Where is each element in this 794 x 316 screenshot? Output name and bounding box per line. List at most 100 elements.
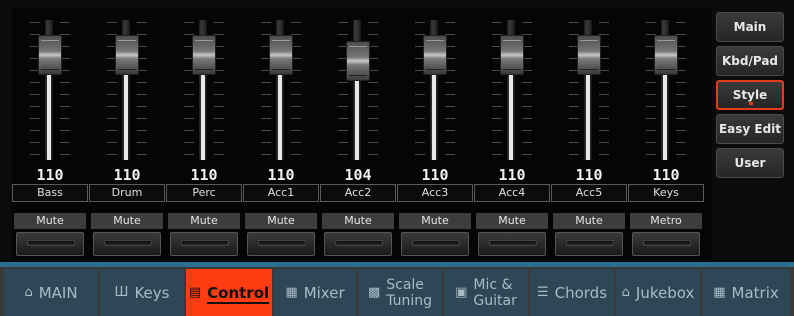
fader-scale-tick [368, 130, 378, 131]
fader-scale-tick [338, 154, 348, 155]
fader-handle[interactable] [269, 35, 293, 75]
side-button-main[interactable]: Main [716, 12, 784, 42]
fader-scale-tick [30, 94, 40, 95]
fader-scale-tick [261, 130, 271, 131]
fader-scale-tick [368, 94, 378, 95]
fader-scale-tick [676, 118, 686, 119]
fader-scale-tick [415, 106, 425, 107]
fader-scale-tick [107, 118, 117, 119]
fader-scale-tick [30, 82, 40, 83]
mute-label: Mute [322, 213, 394, 229]
mute-toggle-button[interactable] [555, 232, 623, 256]
fader-scale-tick [214, 142, 224, 143]
fader-handle[interactable] [577, 35, 601, 75]
fader-scale-tick [291, 22, 301, 23]
side-button-user[interactable]: User [716, 148, 784, 178]
fader-scale-tick [569, 94, 579, 95]
side-button-label: User [734, 156, 766, 170]
tab-keys[interactable]: Ш Keys [100, 269, 184, 316]
fader-scale-tick [445, 22, 455, 23]
fader-scale-tick [599, 22, 609, 23]
side-button-kbd-pad[interactable]: Kbd/Pad [716, 46, 784, 76]
fader-scale-tick [599, 142, 609, 143]
channel-volume-value: 110 [190, 166, 218, 184]
mute-label: Mute [553, 213, 625, 229]
mute-label: Mute [168, 213, 240, 229]
scale-icon: ▩ [367, 285, 381, 300]
fader-scale-tick [30, 22, 40, 23]
side-button-style[interactable]: Style [716, 80, 784, 110]
tab-scale[interactable]: ▩ Scale Tuning [358, 269, 442, 316]
tab-jukebox[interactable]: ⌂ Jukebox [616, 269, 700, 316]
tab-mixer[interactable]: ▦ Mixer [274, 269, 356, 316]
channel-name: Acc4 [474, 184, 550, 202]
fader-level-fill [201, 75, 205, 160]
volume-fader[interactable] [243, 14, 319, 164]
fader-scale-tick [137, 142, 147, 143]
side-button-label: Style [732, 88, 768, 102]
volume-fader[interactable] [397, 14, 473, 164]
tab-control[interactable]: ▤ Control [186, 269, 272, 316]
mute-toggle-button[interactable] [401, 232, 469, 256]
fader-scale-tick [522, 142, 532, 143]
fader-scale-tick [415, 94, 425, 95]
fader-handle[interactable] [500, 35, 524, 75]
channel-strip: 110 Drum Mute [89, 8, 165, 260]
fader-scale-tick [291, 154, 301, 155]
fader-scale-tick [522, 130, 532, 131]
fader-scale-tick [338, 142, 348, 143]
fader-scale-tick [30, 106, 40, 107]
volume-fader[interactable] [320, 14, 396, 164]
mute-toggle-button[interactable] [247, 232, 315, 256]
fader-scale-tick [492, 82, 502, 83]
side-button-easy-edit[interactable]: Easy Edit [716, 114, 784, 144]
control-icon: ▤ [188, 285, 202, 300]
tab-mic[interactable]: ▣ Mic & Guitar [444, 269, 528, 316]
mute-toggle-button[interactable] [478, 232, 546, 256]
volume-fader[interactable] [628, 14, 704, 164]
fader-scale-tick [492, 142, 502, 143]
fader-scale-tick [338, 130, 348, 131]
mute-led-indicator [566, 240, 614, 246]
tab-main[interactable]: ⌂ MAIN [4, 269, 98, 316]
fader-handle[interactable] [654, 35, 678, 75]
channel-volume-value: 110 [421, 166, 449, 184]
fader-scale-tick [60, 94, 70, 95]
fader-handle[interactable] [346, 41, 370, 81]
channel-strip: 110 Perc Mute [166, 8, 242, 260]
fader-level-fill [47, 75, 51, 160]
tab-matrix[interactable]: ▦ Matrix [702, 269, 790, 316]
mute-toggle-button[interactable] [93, 232, 161, 256]
fader-scale-tick [60, 118, 70, 119]
fader-scale-tick [415, 22, 425, 23]
fader-scale-tick [445, 118, 455, 119]
fader-scale-tick [30, 154, 40, 155]
fader-scale-tick [415, 130, 425, 131]
mute-toggle-button[interactable] [324, 232, 392, 256]
fader-scale-tick [107, 106, 117, 107]
volume-fader[interactable] [89, 14, 165, 164]
fader-scale-tick [137, 94, 147, 95]
mute-toggle-button[interactable] [16, 232, 84, 256]
chords-icon: ☰ [536, 285, 549, 300]
fader-scale-tick [338, 118, 348, 119]
mute-label: Mute [14, 213, 86, 229]
fader-handle[interactable] [423, 35, 447, 75]
channel-name: Keys [628, 184, 704, 202]
channel-strip: 110 Acc5 Mute [551, 8, 627, 260]
volume-fader[interactable] [551, 14, 627, 164]
fader-handle[interactable] [115, 35, 139, 75]
fader-scale-tick [261, 106, 271, 107]
fader-handle[interactable] [38, 35, 62, 75]
fader-handle[interactable] [192, 35, 216, 75]
mute-toggle-button[interactable] [170, 232, 238, 256]
mute-led-indicator [489, 240, 537, 246]
channel-volume-value: 110 [498, 166, 526, 184]
fader-scale-tick [676, 22, 686, 23]
volume-fader[interactable] [166, 14, 242, 164]
mute-toggle-button[interactable] [632, 232, 700, 256]
volume-fader[interactable] [474, 14, 550, 164]
volume-fader[interactable] [12, 14, 88, 164]
tab-chords[interactable]: ☰ Chords [530, 269, 614, 316]
fader-scale-tick [30, 142, 40, 143]
